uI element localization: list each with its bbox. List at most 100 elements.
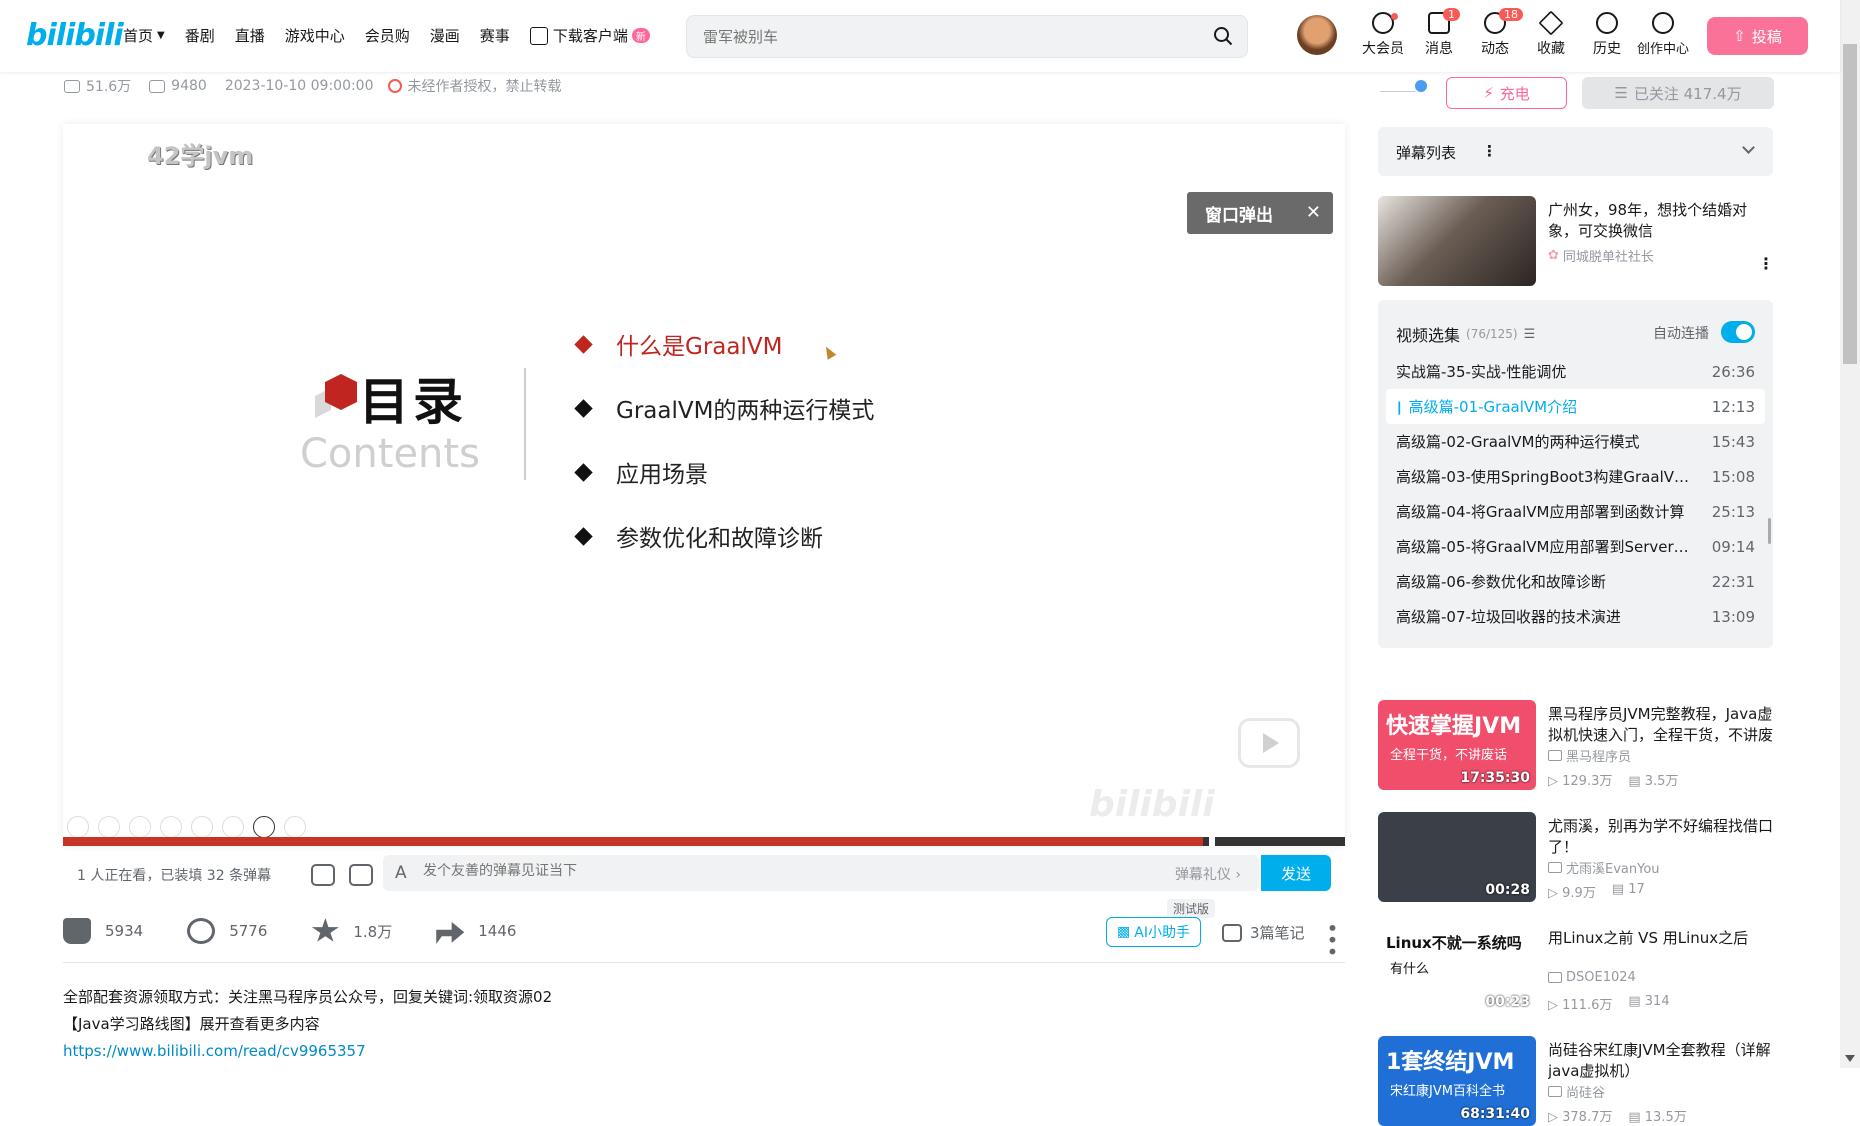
- video-stats: ▷ 129.3万 ▤ 3.5万: [1548, 770, 1678, 789]
- beta-tag: 测试版: [1167, 899, 1216, 918]
- ai-assistant-button[interactable]: ▩ AI小助手: [1106, 917, 1201, 947]
- recommended-video[interactable]: Linux不就一系统吗 有什么 00:23 用Linux之前 VS 用Linux之后 D…: [1378, 924, 1778, 1014]
- header-favorites[interactable]: 收藏: [1523, 10, 1579, 58]
- close-icon[interactable]: ✕: [1306, 202, 1321, 223]
- nav-esports[interactable]: 赛事: [480, 25, 510, 46]
- subtitle-icon[interactable]: [222, 816, 244, 838]
- recommended-video[interactable]: 1套终结JVM 宋红康JVM百科全书 68:31:40 尚硅谷宋红康JVM全套教程（详…: [1378, 1036, 1778, 1126]
- notes-button[interactable]: 3篇笔记: [1222, 922, 1305, 943]
- recommended-video[interactable]: 快速掌握JVM 全程干货，不讲废话 17:35:30 黑马程序员JVM完整教程，Jav…: [1378, 700, 1778, 790]
- upload-button[interactable]: ⇧ 投稿: [1707, 17, 1808, 55]
- history-icon: [1596, 12, 1618, 34]
- autoplay-toggle[interactable]: [1721, 321, 1755, 343]
- playlist-item[interactable]: 高级篇-06-参数优化和故障诊断 22:31: [1386, 564, 1765, 599]
- danmaku-etiquette-link[interactable]: 弹幕礼仪 ›: [1175, 864, 1241, 884]
- header-vip[interactable]: 大会员: [1355, 12, 1411, 58]
- bilibili-logo[interactable]: bilibili: [26, 18, 124, 53]
- toc-title: 目录: [359, 373, 467, 431]
- nav-home[interactable]: 首页 ▼: [123, 25, 165, 46]
- views-stat: ▷ 9.9万: [1548, 886, 1596, 901]
- autoplay-label: 自动连播: [1653, 326, 1709, 342]
- header-messages[interactable]: 1 消息: [1411, 8, 1467, 58]
- share-icon: [436, 921, 465, 944]
- playlist-item[interactable]: 高级篇-07-垃圾回收器的技术演进 13:09: [1386, 599, 1765, 634]
- playlist-item[interactable]: 高级篇-02-GraalVM的两种运行模式 15:43: [1386, 424, 1765, 459]
- danmaku-settings-icon[interactable]: [349, 864, 373, 886]
- nav-mall[interactable]: 会员购: [365, 25, 410, 46]
- playlist-item-duration: 15:43: [1711, 432, 1755, 451]
- nav-live[interactable]: 直播: [235, 25, 265, 46]
- camera-icon[interactable]: [253, 816, 275, 838]
- video-uploader[interactable]: 尚硅谷: [1548, 1082, 1605, 1101]
- scrollbar-thumb[interactable]: [1843, 44, 1857, 364]
- danmaku-icon: [149, 79, 166, 93]
- playlist-scrollbar[interactable]: [1768, 518, 1771, 544]
- nav-manga[interactable]: 漫画: [430, 25, 460, 46]
- coin-button[interactable]: 5776: [187, 918, 267, 944]
- playlist-item-duration: 15:08: [1711, 467, 1755, 486]
- toc-item: 应用场景: [571, 440, 874, 504]
- list-view-icon[interactable]: ☰: [1524, 327, 1536, 342]
- charge-button[interactable]: ⚡ 充电: [1446, 77, 1567, 109]
- header-history[interactable]: 历史: [1579, 12, 1635, 58]
- chevron-down-icon[interactable]: [1742, 141, 1755, 154]
- page-scrollbar[interactable]: [1840, 0, 1860, 1068]
- video-uploader[interactable]: DSOE1024: [1548, 970, 1636, 985]
- video-player[interactable]: 42学jvm 窗口弹出 ✕ 目录 Contents 什么是GraalVM Graa…: [63, 124, 1345, 847]
- send-danmaku-button[interactable]: 发送: [1261, 855, 1331, 891]
- video-playlist: 视频选集 (76/125) ☰ 自动连播 实战篇-35-实战-性能调优 26:36…: [1378, 300, 1773, 648]
- more-options-icon[interactable]: •••: [1320, 922, 1344, 957]
- next-icon[interactable]: [98, 816, 120, 838]
- playlist-item[interactable]: 高级篇-01-GraalVM介绍 12:13: [1386, 389, 1765, 424]
- prev-icon[interactable]: [67, 816, 89, 838]
- playlist-item[interactable]: 高级篇-05-将GraalVM应用部署到Serverless 09:14: [1386, 529, 1765, 564]
- user-avatar[interactable]: [1297, 15, 1337, 55]
- play-icon[interactable]: [1238, 718, 1300, 768]
- diamond-bullet-icon: [574, 398, 593, 418]
- nav-anime[interactable]: 番剧: [185, 25, 215, 46]
- nav-game-center[interactable]: 游戏中心: [285, 25, 345, 46]
- kebab-icon[interactable]: ⋮: [1758, 254, 1774, 273]
- danmaku-toggle-icon[interactable]: [311, 864, 335, 886]
- follow-button[interactable]: ☰ 已关注 417.4万: [1582, 77, 1774, 109]
- download-client-link[interactable]: 下载客户端 新: [529, 25, 650, 46]
- header-creator[interactable]: 创作中心: [1635, 12, 1691, 58]
- danmaku-bar: 1 人正在看，已装填 32 条弹幕 A 弹幕礼仪 › 发送: [63, 852, 1345, 898]
- danmaku-icon: ▤: [1628, 1110, 1645, 1125]
- scroll-down-arrow-icon[interactable]: [1845, 1055, 1855, 1062]
- ad-card[interactable]: 广州女，98年，想找个结婚对象，可交换微信 ✿ 同城脱单社社长 ⋮: [1378, 196, 1778, 286]
- playlist-item[interactable]: 高级篇-04-将GraalVM应用部署到函数计算 25:13: [1386, 494, 1765, 529]
- danmaku-input[interactable]: [423, 863, 1023, 879]
- text-style-icon[interactable]: A: [395, 863, 407, 883]
- video-uploader[interactable]: 尤雨溪EvanYou: [1548, 858, 1660, 877]
- play-count-icon: ▷: [1548, 774, 1563, 789]
- share-button[interactable]: 1446: [436, 918, 516, 944]
- creator-icon: [1652, 12, 1674, 34]
- search-icon[interactable]: [1213, 26, 1233, 46]
- favorite-button[interactable]: 1.8万: [311, 918, 392, 944]
- copy-icon[interactable]: [160, 816, 182, 838]
- video-title: 用Linux之前 VS 用Linux之后: [1548, 929, 1749, 947]
- diamond-bullet-icon: [574, 462, 593, 482]
- bilibili-watermark: bilibili: [1089, 784, 1215, 825]
- video-thumbnail: 00:28: [1378, 812, 1536, 902]
- kebab-icon[interactable]: ⋮: [1482, 142, 1497, 160]
- playlist-item-title: 高级篇-01-GraalVM介绍: [1396, 396, 1577, 417]
- video-meta: 51.6万 9480 2023-10-10 09:00:00 未经作者授权，禁止…: [64, 76, 562, 96]
- recommended-video[interactable]: 00:28 尤雨溪，别再为学不好编程找借口了！ 尤雨溪EvanYou ▷ 9.9万 ▤ …: [1378, 812, 1778, 902]
- header-dynamic[interactable]: 18 动态: [1467, 8, 1523, 58]
- popout-window-button[interactable]: 窗口弹出 ✕: [1187, 192, 1333, 234]
- playlist-item-duration: 12:13: [1711, 397, 1755, 416]
- progress-handle[interactable]: [1209, 836, 1216, 847]
- zoom-icon[interactable]: [191, 816, 213, 838]
- description-link[interactable]: https://www.bilibili.com/read/cv9965357: [63, 1042, 366, 1060]
- playlist-item[interactable]: 高级篇-03-使用SpringBoot3构建GraalVM应用 15:08: [1386, 459, 1765, 494]
- video-uploader[interactable]: 黑马程序员: [1548, 746, 1631, 765]
- more-icon[interactable]: [284, 816, 306, 838]
- playlist-item[interactable]: 实战篇-35-实战-性能调优 26:36: [1386, 354, 1765, 389]
- search-input[interactable]: [703, 25, 1183, 49]
- danmaku-list-panel[interactable]: 弹幕列表 ⋮: [1378, 127, 1773, 176]
- like-button[interactable]: 5934: [63, 918, 143, 944]
- progress-bar[interactable]: [63, 836, 1345, 847]
- pen-icon[interactable]: [129, 816, 151, 838]
